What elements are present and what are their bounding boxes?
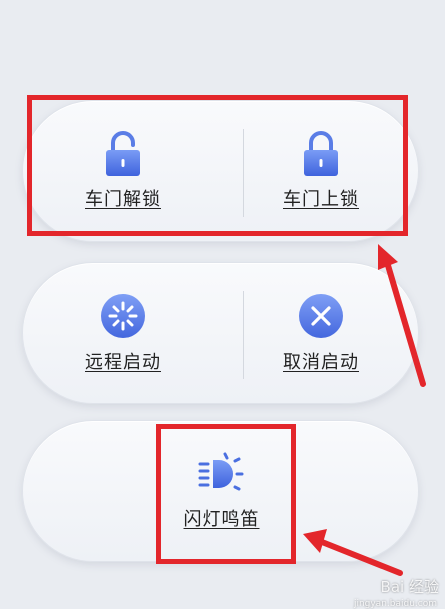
remote-start-button[interactable]: 远程启动 xyxy=(23,263,223,403)
flash-honk-button[interactable]: 闪灯鸣笛 xyxy=(23,421,420,561)
unlock-door-button[interactable]: 车门解锁 xyxy=(23,101,223,241)
watermark: Bai 经验 xyxy=(381,576,439,597)
watermark-url: jingyan.baidu.com xyxy=(353,599,437,609)
remote-start-label: 远程启动 xyxy=(85,352,161,373)
find-car-controls: 闪灯鸣笛 xyxy=(22,420,419,562)
flash-honk-label: 闪灯鸣笛 xyxy=(183,509,260,530)
watermark-suffix: 经验 xyxy=(408,578,439,596)
watermark-brand: Bai xyxy=(380,578,405,596)
remote-start-icon xyxy=(101,294,145,338)
locked-padlock-icon xyxy=(304,131,338,176)
cancel-start-button[interactable]: 取消启动 xyxy=(221,263,421,403)
cancel-start-label: 取消启动 xyxy=(283,352,359,373)
lock-door-label: 车门上锁 xyxy=(283,189,359,210)
headlight-flash-icon xyxy=(198,452,243,491)
close-icon xyxy=(299,294,343,338)
door-lock-controls: 车门解锁 车门上锁 xyxy=(22,100,419,242)
lock-door-button[interactable]: 车门上锁 xyxy=(221,101,421,241)
unlocked-padlock-icon xyxy=(106,131,140,176)
engine-start-controls: 远程启动 取消启动 xyxy=(22,262,419,404)
unlock-door-label: 车门解锁 xyxy=(85,189,161,210)
